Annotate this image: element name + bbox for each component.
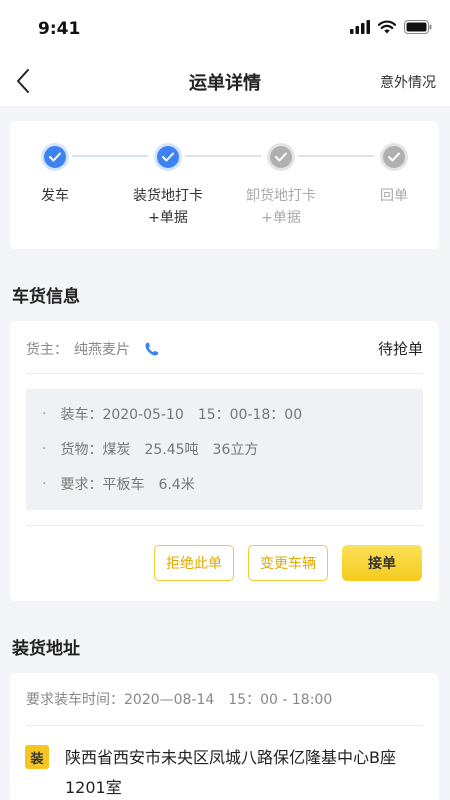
divider (26, 525, 423, 526)
step-4-check-icon (380, 143, 408, 171)
info-item-loading: · 装车：2020-05-10 15：00-18：00 (42, 406, 303, 423)
owner-label: 货主： (26, 342, 68, 358)
loading-section-title: 装货地址 (12, 639, 80, 659)
accident-button[interactable]: 意外情况 (380, 72, 436, 92)
step-2-label: 装货地打卡 +单据 (133, 188, 203, 226)
step-connector (185, 155, 261, 157)
step-connector (72, 155, 148, 157)
loading-tag: 装 (25, 745, 49, 769)
step-4-label: 回单 (380, 188, 408, 204)
step-1-label: 发车 (41, 188, 69, 204)
loading-address: 陕西省西安市未央区凤城八路保亿隆基中心B座1201室 (65, 748, 396, 797)
step-2-check-icon (154, 143, 182, 171)
battery-icon (404, 20, 432, 34)
accept-order-button[interactable]: 接单 (342, 545, 422, 581)
owner-name: 纯燕麦片 (74, 342, 130, 358)
nav-bar: 运单详情 意外情况 (0, 56, 450, 106)
status-bar: 9:41 (0, 0, 450, 56)
loading-time: 要求装车时间：2020—08-14 15：00 - 18:00 (26, 692, 333, 708)
change-vehicle-button[interactable]: 变更车辆 (248, 545, 328, 581)
step-1-check-icon (41, 143, 69, 171)
step-3-check-icon (267, 143, 295, 171)
divider (26, 725, 423, 726)
status-time: 9:41 (38, 19, 81, 39)
divider (26, 373, 423, 374)
info-item-goods: · 货物：煤炭 25.45吨 36立方 (42, 441, 259, 458)
order-status-badge: 待抢单 (377, 340, 423, 358)
progress-card: 发车 装货地打卡 +单据 卸货地打卡 +单据 回单 (10, 121, 439, 249)
reject-order-button[interactable]: 拒绝此单 (154, 545, 234, 581)
info-item-requirement: · 要求：平板车 6.4米 (42, 476, 195, 493)
owner-row: 货主： 纯燕麦片 (26, 337, 423, 361)
cargo-card: 货主： 纯燕麦片 待抢单 · 装车：2020-05-10 15：00-18：00… (10, 321, 439, 601)
status-icons (350, 20, 432, 34)
phone-icon[interactable] (144, 341, 160, 357)
cargo-section-title: 车货信息 (12, 287, 80, 307)
step-3-label: 卸货地打卡 +单据 (246, 188, 316, 226)
wifi-icon (378, 20, 396, 34)
signal-icon (350, 20, 370, 34)
step-connector (298, 155, 374, 157)
cargo-info-box: · 装车：2020-05-10 15：00-18：00 · 货物：煤炭 25.4… (26, 389, 423, 510)
loading-address-card: 要求装车时间：2020—08-14 15：00 - 18:00 装 陕西省西安市… (10, 673, 439, 800)
